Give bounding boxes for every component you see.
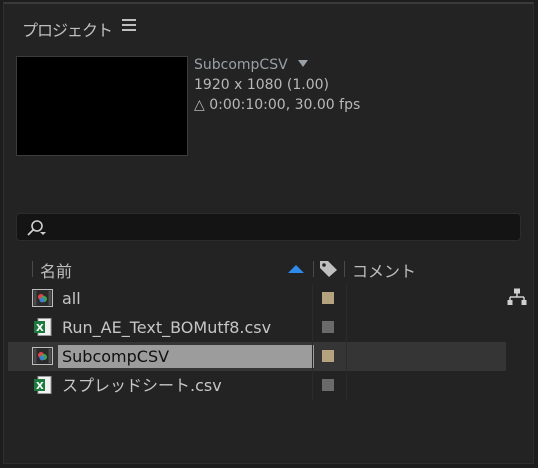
comp-duration: △ 0:00:10:00, 30.00 fps	[194, 97, 361, 113]
item-name: スプレッドシート.csv	[62, 376, 222, 395]
column-separator[interactable]	[313, 261, 314, 277]
comp-resolution: 1920 x 1080 (1.00)	[194, 77, 329, 93]
list-item-selected[interactable]: SubcompCSV	[8, 342, 506, 371]
column-separator[interactable]	[32, 261, 33, 277]
composition-icon	[32, 289, 53, 307]
search-input[interactable]	[16, 213, 521, 241]
list-item[interactable]: all	[8, 284, 506, 313]
project-items-list: all X Run_AE_Text_BOMutf8.csv SubcompCSV…	[8, 284, 506, 400]
flowchart-icon[interactable]	[507, 288, 527, 306]
list-item[interactable]: X Run_AE_Text_BOMutf8.csv	[8, 313, 506, 342]
svg-text:X: X	[36, 323, 44, 334]
svg-text:X: X	[36, 381, 44, 392]
label-color-swatch[interactable]	[322, 321, 334, 333]
comp-name: SubcompCSV	[194, 57, 288, 73]
column-separator[interactable]	[344, 261, 345, 277]
excel-file-icon: X	[34, 318, 52, 336]
composition-icon	[32, 347, 53, 365]
column-comment[interactable]: コメント	[352, 258, 416, 282]
panel-title: プロジェクト	[22, 21, 113, 40]
comp-info: SubcompCSV 1920 x 1080 (1.00) △ 0:00:10:…	[194, 55, 360, 115]
search-icon[interactable]	[25, 218, 47, 238]
list-item[interactable]: X スプレッドシート.csv	[8, 371, 506, 400]
column-header: 名前 コメント	[10, 256, 530, 282]
item-name: all	[62, 289, 81, 308]
label-color-swatch[interactable]	[322, 350, 334, 362]
sort-ascending-icon[interactable]	[288, 265, 304, 273]
preview-thumbnail	[16, 56, 188, 156]
item-name: SubcompCSV	[58, 345, 314, 368]
tag-icon[interactable]	[319, 260, 339, 278]
column-name[interactable]: 名前	[40, 258, 72, 282]
label-color-swatch[interactable]	[322, 379, 334, 391]
hamburger-menu-icon[interactable]	[122, 19, 136, 33]
label-color-swatch[interactable]	[322, 292, 334, 304]
excel-file-icon: X	[34, 376, 52, 394]
chevron-down-icon[interactable]	[298, 60, 309, 67]
item-name: Run_AE_Text_BOMutf8.csv	[62, 318, 272, 337]
